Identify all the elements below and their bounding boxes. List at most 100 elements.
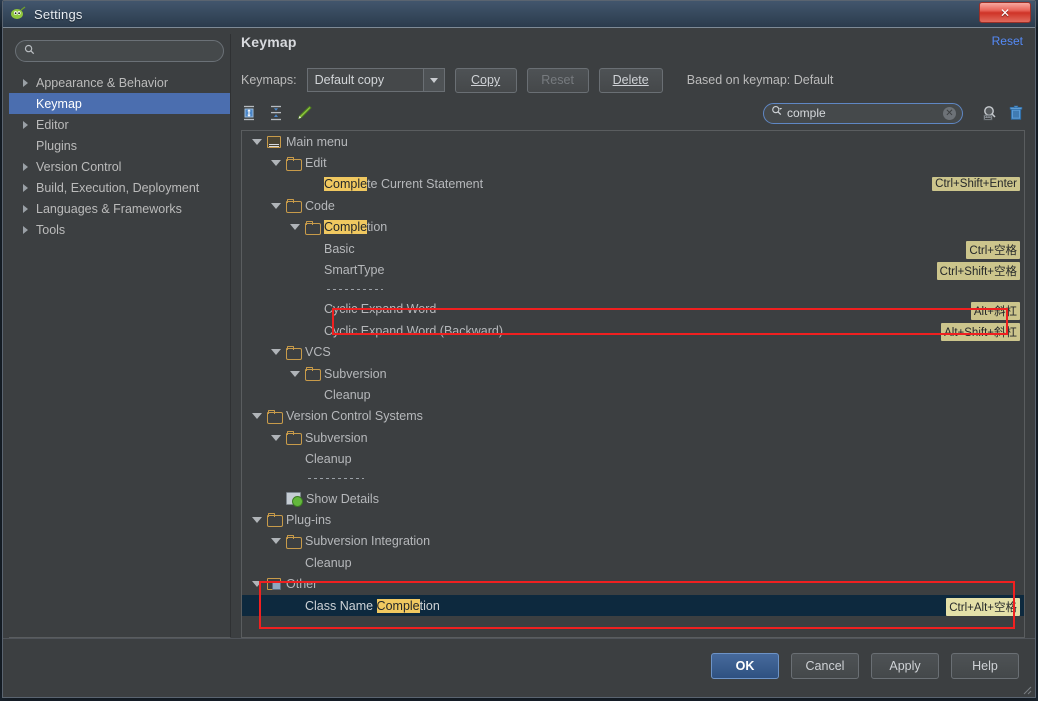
- clear-icon[interactable]: ✕: [943, 106, 956, 120]
- tree-row-label: Main menu: [286, 134, 348, 149]
- tree-row[interactable]: Plug-ins: [242, 509, 1024, 530]
- sidebar-item-version-control[interactable]: Version Control: [9, 156, 230, 177]
- keymaps-label: Keymaps:: [241, 73, 297, 87]
- tree-row[interactable]: Edit: [242, 152, 1024, 173]
- keymap-select[interactable]: Default copy: [306, 68, 445, 92]
- chevron-down-icon[interactable]: [271, 202, 281, 209]
- sidebar-item-label: Build, Execution, Deployment: [36, 180, 200, 195]
- sidebar-item-tools[interactable]: Tools: [9, 219, 230, 240]
- chevron-down-icon[interactable]: [252, 138, 262, 145]
- sidebar-item-keymap[interactable]: Keymap: [9, 93, 230, 114]
- delete-button[interactable]: Delete: [598, 67, 663, 93]
- tree-row[interactable]: Subversion: [242, 427, 1024, 448]
- sidebar-item-label: Plugins: [36, 138, 77, 153]
- resize-grip[interactable]: [1022, 685, 1032, 695]
- tree-row[interactable]: Cleanup: [242, 552, 1024, 573]
- keymap-controls-row: Keymaps: Default copy Copy Reset Delete …: [241, 62, 1029, 98]
- window-title: Settings: [34, 6, 83, 22]
- reset-link[interactable]: Reset: [992, 34, 1029, 48]
- copy-button[interactable]: Copy: [454, 67, 517, 93]
- tree-row[interactable]: Version Control Systems: [242, 406, 1024, 427]
- reset-button[interactable]: Reset: [526, 67, 589, 93]
- ok-button[interactable]: OK: [711, 652, 779, 679]
- chevron-down-icon[interactable]: [422, 69, 444, 91]
- tree-row[interactable]: Subversion: [242, 363, 1024, 384]
- chevron-down-icon[interactable]: [271, 160, 281, 167]
- close-button[interactable]: ✕: [979, 2, 1031, 23]
- find-by-shortcut-icon[interactable]: [981, 104, 999, 122]
- chevron-down-icon[interactable]: [290, 224, 300, 231]
- edit-pencil-icon[interactable]: [295, 104, 313, 122]
- chevron-down-icon[interactable]: [271, 434, 281, 441]
- sidebar-item-label: Version Control: [36, 159, 122, 174]
- tree-row[interactable]: Complete Current Statement Ctrl+Shift+Ent…: [242, 174, 1024, 195]
- chevron-right-icon[interactable]: [23, 120, 28, 129]
- tree-row-label: Class Name Completion: [305, 598, 440, 613]
- sidebar-item-editor[interactable]: Editor: [9, 114, 230, 135]
- keymap-header: Keymap Reset: [241, 34, 1029, 62]
- chevron-right-icon[interactable]: [23, 225, 28, 234]
- chevron-right-icon[interactable]: [23, 162, 28, 171]
- trash-icon[interactable]: [1007, 104, 1025, 122]
- chevron-down-icon[interactable]: [252, 516, 262, 523]
- chevron-right-icon[interactable]: [23, 204, 28, 213]
- chevron-down-icon[interactable]: [290, 370, 300, 377]
- other-group-icon: [267, 578, 281, 591]
- tree-row[interactable]: VCS: [242, 342, 1024, 363]
- tree-separator: [242, 281, 1024, 299]
- shortcut-badge: Alt+Shift+斜杠: [941, 323, 1020, 342]
- sidebar-item-plugins[interactable]: Plugins: [9, 135, 230, 156]
- tree-row-label: Other: [286, 577, 318, 592]
- tree-row-label: Version Control Systems: [286, 409, 423, 424]
- shortcut-badge: Ctrl+Shift+空格: [936, 262, 1020, 281]
- help-button[interactable]: Help: [951, 652, 1019, 679]
- sidebar-item-appearance-behavior[interactable]: Appearance & Behavior: [9, 72, 230, 93]
- expand-all-icon[interactable]: [241, 104, 259, 122]
- chevron-down-icon[interactable]: [271, 538, 281, 545]
- chevron-down-icon[interactable]: [271, 349, 281, 356]
- tree-row[interactable]: Class Name Completion Ctrl+Alt+空格: [242, 594, 1024, 617]
- sidebar-item-label: Tools: [36, 222, 66, 237]
- tree-row[interactable]: Cleanup: [242, 384, 1024, 405]
- tree-row[interactable]: Other: [242, 573, 1024, 594]
- tree-row[interactable]: Basic Ctrl+空格: [242, 238, 1024, 259]
- tree-separator: [242, 470, 1024, 488]
- settings-search-box[interactable]: [15, 40, 224, 62]
- keymap-actions-tree[interactable]: Main menu Edit Complete Current Statement C…: [241, 130, 1025, 638]
- tree-row[interactable]: Show Details: [242, 488, 1024, 509]
- chevron-right-icon[interactable]: [23, 183, 28, 192]
- chevron-down-icon[interactable]: [252, 581, 262, 588]
- shortcut-filter-field[interactable]: comple ✕: [763, 102, 963, 124]
- keymap-toolbar-right: [981, 104, 1029, 122]
- tree-row-label: Basic: [324, 241, 355, 256]
- dialog-footer: OK Cancel Apply Help: [3, 638, 1035, 695]
- settings-category-tree: Appearance & Behavior Keymap Editor Plugins…: [9, 70, 230, 637]
- tree-row-label: Subversion Integration: [305, 534, 431, 549]
- apply-button[interactable]: Apply: [871, 652, 939, 679]
- cancel-button[interactable]: Cancel: [791, 652, 859, 679]
- folder-icon: [267, 513, 283, 528]
- tree-row[interactable]: Cleanup: [242, 448, 1024, 469]
- title-bar[interactable]: Settings ✕: [3, 1, 1035, 28]
- tree-row[interactable]: Main menu: [242, 131, 1024, 152]
- page-title: Keymap: [241, 34, 297, 50]
- chevron-down-icon[interactable]: [252, 413, 262, 420]
- settings-search-input[interactable]: [40, 44, 215, 58]
- tree-row[interactable]: Cyclic Expand Word (Backward) Alt+Shift+斜…: [242, 320, 1024, 342]
- chevron-right-icon[interactable]: [23, 78, 28, 87]
- tree-row[interactable]: SmartType Ctrl+Shift+空格: [242, 259, 1024, 281]
- tree-row[interactable]: Subversion Integration: [242, 531, 1024, 552]
- sidebar-item-languages-frameworks[interactable]: Languages & Frameworks: [9, 198, 230, 219]
- tree-row[interactable]: Code: [242, 195, 1024, 216]
- collapse-all-icon[interactable]: [268, 104, 286, 122]
- main-menu-icon: [267, 135, 281, 148]
- sidebar-item-build-execution-deployment[interactable]: Build, Execution, Deployment: [9, 177, 230, 198]
- tree-row[interactable]: Cyclic Expand Word Alt+斜杠: [242, 299, 1024, 320]
- tree-row[interactable]: Completion: [242, 217, 1024, 238]
